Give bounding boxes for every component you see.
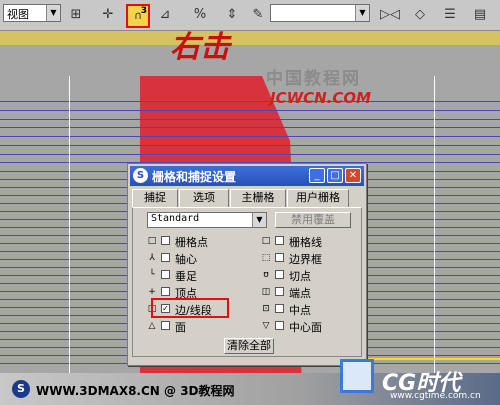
footer-banner: S WWW.3DMAX8.CN @ 3D教程网 CG时代 www.cgtime.… bbox=[0, 359, 500, 405]
snap-system-select[interactable]: Standard ▼ bbox=[147, 212, 267, 228]
watermark-site-latin: JCWCN.COM bbox=[270, 89, 372, 107]
checkbox[interactable] bbox=[275, 304, 284, 313]
angle-snap-icon: ⊿ bbox=[159, 7, 171, 22]
clear-all-button[interactable]: 清除全部 bbox=[224, 338, 274, 354]
grid-snap-settings-dialog: S 栅格和捕捉设置 _ □ ✕ 捕捉 选项 主栅格 用户栅格 Standard … bbox=[127, 163, 367, 366]
pivot-icon: ⅄ bbox=[149, 253, 155, 263]
mirror-button[interactable]: ▷◁ bbox=[380, 5, 400, 25]
pivot-icon: ⊞ bbox=[70, 7, 82, 22]
option-label: 切点 bbox=[289, 270, 311, 283]
option-label: 端点 bbox=[289, 287, 311, 300]
minimize-icon: _ bbox=[314, 170, 320, 181]
tab-user-grids[interactable]: 用户栅格 bbox=[287, 189, 349, 207]
layers-icon: ☰ bbox=[444, 7, 456, 22]
option-label: 边界框 bbox=[289, 253, 322, 266]
named-selection-icon: ✎ bbox=[252, 7, 264, 22]
option-label: 中心面 bbox=[289, 321, 322, 334]
midpoint-icon: ⊡ bbox=[262, 304, 270, 314]
checkbox[interactable] bbox=[161, 253, 170, 262]
checkbox[interactable] bbox=[275, 253, 284, 262]
site-logo-icon: S bbox=[12, 380, 30, 398]
face-icon: △ bbox=[148, 321, 156, 331]
snap-system-value: Standard bbox=[151, 213, 200, 224]
checkbox[interactable] bbox=[275, 287, 284, 296]
option-label: 栅格线 bbox=[289, 236, 322, 249]
pivot-center-button[interactable]: ⊞ bbox=[66, 5, 86, 25]
dialog-titlebar[interactable]: S 栅格和捕捉设置 _ □ ✕ bbox=[130, 166, 364, 186]
checkbox[interactable] bbox=[275, 321, 284, 330]
close-button[interactable]: ✕ bbox=[345, 168, 361, 183]
layer-manager-button[interactable]: ☰ bbox=[440, 5, 460, 25]
footer-brand-url: www.cgtime.com.cn bbox=[390, 391, 481, 401]
chevron-down-icon[interactable]: ▼ bbox=[46, 5, 60, 21]
reference-coordinate-value: 视图 bbox=[7, 8, 29, 21]
center-face-icon: ▽ bbox=[262, 321, 270, 331]
tab-home-grid[interactable]: 主栅格 bbox=[230, 189, 286, 207]
edit-named-selection-button[interactable]: ✎ bbox=[248, 5, 268, 25]
close-icon: ✕ bbox=[348, 170, 358, 181]
option-label: 中点 bbox=[289, 304, 311, 317]
minimize-button[interactable]: _ bbox=[309, 168, 325, 183]
align-button[interactable]: ◇ bbox=[410, 5, 430, 25]
footer-url: WWW.3DMAX8.CN @ 3D教程网 bbox=[36, 384, 235, 398]
manipulate-icon: ✛ bbox=[102, 7, 114, 22]
handwritten-annotation: 右击 bbox=[170, 30, 230, 65]
app-icon: S bbox=[133, 168, 148, 183]
curve-editor-icon: ▤ bbox=[473, 7, 487, 22]
snaps-panel: Standard ▼ 禁用覆盖 □ 栅格点 ⅄ 轴心 └ 垂足 + 顶点 □ ✓ bbox=[132, 207, 362, 357]
select-manipulate-button[interactable]: ✛ bbox=[98, 5, 118, 25]
checkbox[interactable] bbox=[275, 236, 284, 245]
percent-snap-icon: % bbox=[193, 7, 207, 22]
cgtime-logo-icon bbox=[340, 359, 374, 393]
perpendicular-icon: └ bbox=[149, 270, 155, 280]
chevron-down-icon[interactable]: ▼ bbox=[252, 213, 266, 227]
watermark-site-chinese: 中国教程网 bbox=[266, 69, 361, 89]
option-label: 面 bbox=[175, 321, 186, 334]
override-button[interactable]: 禁用覆盖 bbox=[275, 212, 351, 228]
reference-coordinate-select[interactable]: 视图 ▼ bbox=[3, 4, 61, 22]
bounding-box-icon: ⬚ bbox=[261, 253, 271, 263]
tab-options[interactable]: 选项 bbox=[179, 189, 229, 207]
mirror-icon: ▷◁ bbox=[380, 7, 400, 22]
checkbox[interactable] bbox=[161, 236, 170, 245]
endpoint-icon: ◫ bbox=[261, 287, 271, 297]
option-label: 轴心 bbox=[175, 253, 197, 266]
spinner-snap-icon: ⇕ bbox=[226, 7, 238, 22]
chevron-down-icon[interactable]: ▼ bbox=[355, 5, 369, 21]
tangent-icon: ʊ bbox=[263, 270, 269, 280]
vertex-icon: + bbox=[148, 287, 156, 297]
grid-point-icon: □ bbox=[147, 236, 157, 246]
checkbox[interactable] bbox=[161, 287, 170, 296]
align-icon: ◇ bbox=[415, 7, 425, 22]
dialog-title: 栅格和捕捉设置 bbox=[152, 170, 237, 184]
curve-editor-button[interactable]: ▤ bbox=[470, 5, 490, 25]
snap-count-label: 3 bbox=[140, 6, 147, 16]
option-label: 垂足 bbox=[175, 270, 197, 283]
maximize-button[interactable]: □ bbox=[327, 168, 343, 183]
snap-toggle-button[interactable]: ∩ 3 bbox=[126, 4, 150, 28]
tab-snaps[interactable]: 捕捉 bbox=[132, 189, 178, 207]
named-selection-select[interactable]: ▼ bbox=[270, 4, 370, 22]
checkbox[interactable] bbox=[161, 270, 170, 279]
highlight-box bbox=[151, 298, 229, 318]
option-label: 栅格点 bbox=[175, 236, 208, 249]
checkbox[interactable] bbox=[161, 321, 170, 330]
checkbox[interactable] bbox=[275, 270, 284, 279]
maximize-icon: □ bbox=[330, 170, 340, 181]
grid-line-icon: □ bbox=[261, 236, 271, 246]
main-toolbar: 视图 ▼ ⊞ ✛ ∩ 3 ⊿ % ⇕ ✎ ▼ ▷◁ ◇ ☰ ▤ bbox=[0, 0, 500, 31]
